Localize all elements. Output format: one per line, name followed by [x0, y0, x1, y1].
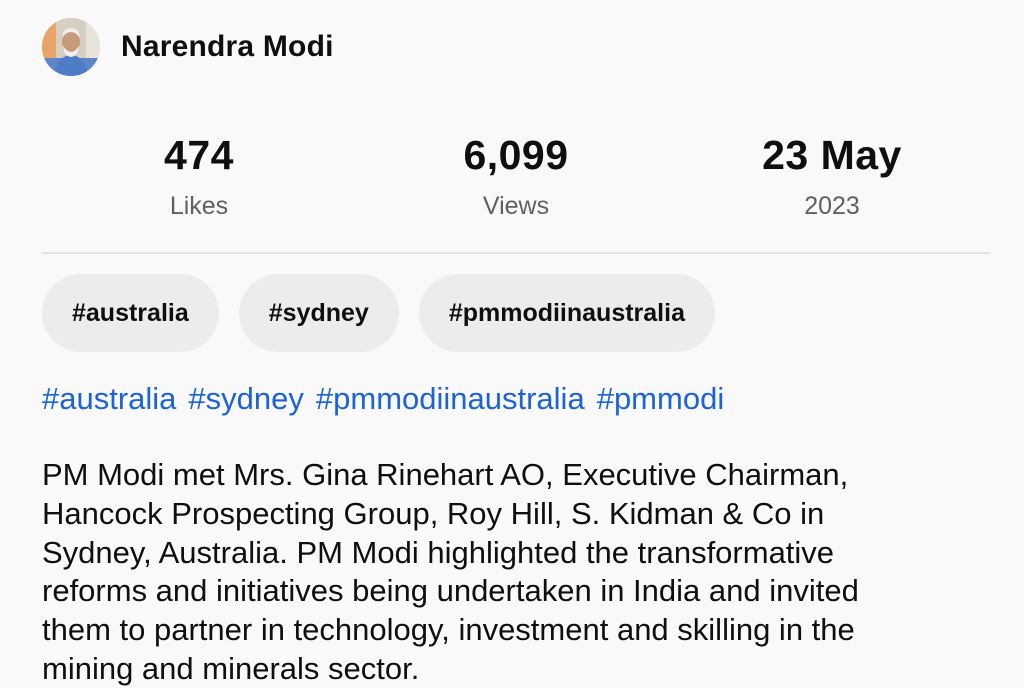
- hashtag-link-pmmodiinaustralia[interactable]: #pmmodiinaustralia: [316, 381, 585, 416]
- upload-date-stat: 23 May 2023: [682, 130, 982, 222]
- views-count: 6,099: [463, 132, 569, 178]
- avatar-portrait-icon: [42, 18, 100, 76]
- hashtag-link-sydney[interactable]: #sydney: [188, 381, 303, 416]
- description-line: mining and minerals sector.: [42, 650, 420, 686]
- description-line: reforms and initiatives being undertaken…: [42, 573, 859, 609]
- likes-count: 474: [164, 132, 234, 178]
- video-description: PM Modi met Mrs. Gina Rinehart AO, Execu…: [42, 456, 982, 688]
- description-line: Hancock Prospecting Group, Roy Hill, S. …: [42, 495, 825, 531]
- channel-header[interactable]: Narendra Modi: [42, 18, 334, 76]
- description-line: PM Modi met Mrs. Gina Rinehart AO, Execu…: [42, 457, 849, 492]
- chip-pmmodiinaustralia[interactable]: #pmmodiinaustralia: [418, 274, 715, 352]
- hashtag-link-australia[interactable]: #australia: [42, 381, 176, 416]
- hashtag-links: #australia #sydney #pmmodiinaustralia #pmmo…: [42, 378, 736, 420]
- views-stat: 6,099 Views: [366, 130, 666, 222]
- hashtag-link-pmmodi[interactable]: #pmmodi: [597, 381, 725, 416]
- chip-sydney[interactable]: #sydney: [238, 274, 399, 352]
- hashtag-chips: #australia #sydney #pmmodiinaustralia: [42, 274, 715, 352]
- views-label: Views: [482, 192, 550, 220]
- video-description-panel: Narendra Modi 474 Likes 6,099 Views 23 M…: [0, 0, 1024, 688]
- description-line: Sydney, Australia. PM Modi highlighted t…: [42, 534, 835, 570]
- likes-stat: 474 Likes: [49, 130, 349, 222]
- chip-australia[interactable]: #australia: [42, 274, 219, 352]
- likes-label: Likes: [169, 192, 229, 220]
- description-line: them to partner in technology, investmen…: [42, 612, 855, 648]
- upload-date-year: 2023: [804, 192, 860, 220]
- video-stats: 474 Likes 6,099 Views 23 May 2023: [42, 130, 990, 234]
- upload-date-day: 23 May: [762, 132, 902, 178]
- channel-name[interactable]: Narendra Modi: [121, 30, 334, 64]
- divider: [42, 252, 990, 254]
- channel-avatar[interactable]: [42, 18, 100, 76]
